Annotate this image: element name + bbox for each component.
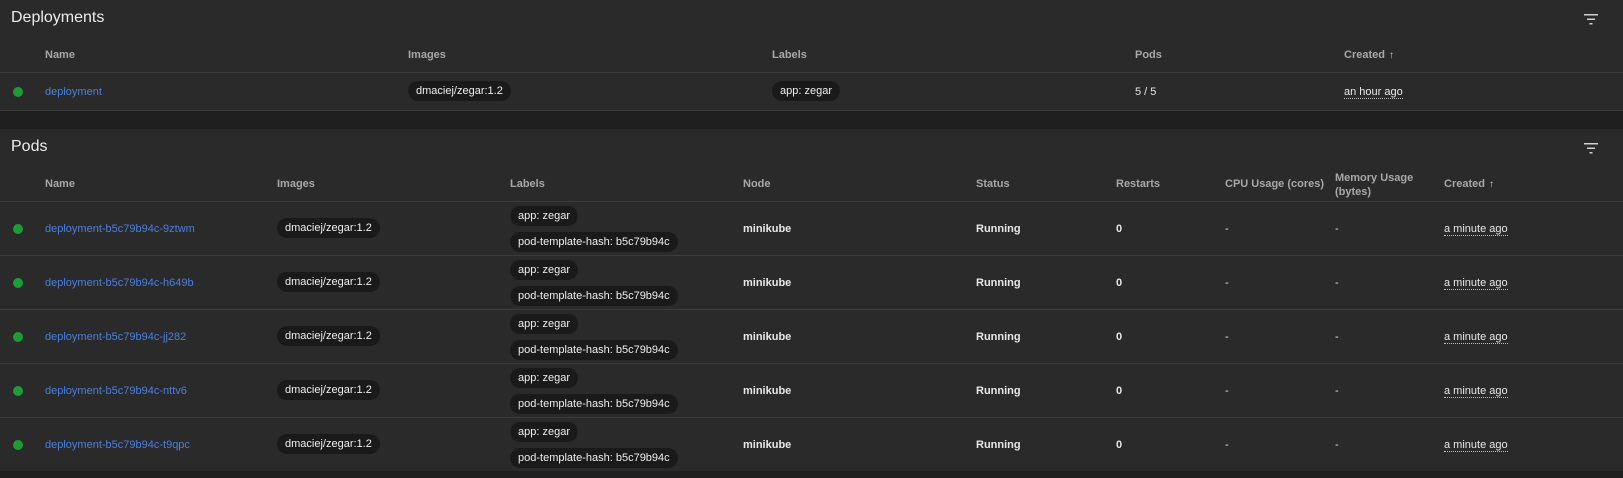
label-chip: pod-template-hash: b5c79b94c: [510, 448, 678, 468]
pod-status: Running: [976, 385, 1021, 397]
pod-cpu: -: [1225, 385, 1229, 397]
pod-restarts: 0: [1116, 223, 1123, 235]
column-header-labels: Labels: [772, 49, 807, 61]
sort-arrow-up-icon[interactable]: ↑: [1489, 179, 1494, 190]
image-chip: dmaciej/zegar:1.2: [408, 81, 511, 101]
status-dot-icon: [13, 278, 23, 288]
pod-name-link[interactable]: deployment-b5c79b94c-h649b: [45, 277, 194, 289]
pod-memory: -: [1335, 439, 1339, 451]
sort-arrow-up-icon[interactable]: ↑: [1389, 50, 1394, 61]
pod-cpu: -: [1225, 439, 1229, 451]
pods-count: 5 / 5: [1135, 86, 1157, 98]
pod-cpu: -: [1225, 223, 1229, 235]
table-row: deployment-b5c79b94c-jj282 dmaciej/zegar…: [0, 310, 1623, 364]
pods-title: Pods: [11, 138, 48, 155]
pod-node: minikube: [743, 331, 792, 343]
pod-node: minikube: [743, 439, 792, 451]
column-header-node[interactable]: Node: [743, 178, 771, 190]
created-time: a minute ago: [1444, 277, 1508, 290]
column-header-status[interactable]: Status: [976, 178, 1010, 190]
created-time: an hour ago: [1344, 86, 1403, 99]
pods-filter-icon[interactable]: [1581, 139, 1601, 157]
pod-restarts: 0: [1116, 331, 1123, 343]
pod-restarts: 0: [1116, 385, 1123, 397]
status-dot-icon: [13, 386, 23, 396]
image-chip: dmaciej/zegar:1.2: [277, 380, 380, 400]
pod-name-link[interactable]: deployment-b5c79b94c-t9qpc: [45, 439, 190, 451]
label-chip: app: zegar: [510, 314, 578, 334]
label-chip: app: zegar: [772, 81, 840, 101]
column-header-name[interactable]: Name: [45, 178, 75, 190]
status-dot-icon: [13, 224, 23, 234]
label-chip: app: zegar: [510, 260, 578, 280]
created-time: a minute ago: [1444, 331, 1508, 344]
pod-cpu: -: [1225, 277, 1229, 289]
pod-name-link[interactable]: deployment-b5c79b94c-nttv6: [45, 385, 187, 397]
image-chip: dmaciej/zegar:1.2: [277, 218, 380, 238]
table-row: deployment-b5c79b94c-h649b dmaciej/zegar…: [0, 256, 1623, 310]
label-chip: pod-template-hash: b5c79b94c: [510, 232, 678, 252]
table-row: deployment-b5c79b94c-9ztwm dmaciej/zegar…: [0, 202, 1623, 256]
deployments-filter-icon[interactable]: [1581, 10, 1601, 28]
label-chip: app: zegar: [510, 206, 578, 226]
column-header-cpu: CPU Usage (cores): [1225, 178, 1325, 190]
deployments-card: Deployments Name Images Labels Pods Crea…: [0, 0, 1623, 111]
pod-memory: -: [1335, 385, 1339, 397]
column-header-restarts: Restarts: [1116, 178, 1161, 190]
column-header-created[interactable]: Created ↑: [1344, 49, 1394, 61]
pod-name-link[interactable]: deployment-b5c79b94c-jj282: [45, 331, 186, 343]
pod-memory: -: [1335, 331, 1339, 343]
column-header-pods: Pods: [1135, 49, 1162, 61]
pod-restarts: 0: [1116, 277, 1123, 289]
image-chip: dmaciej/zegar:1.2: [277, 326, 380, 346]
created-time: a minute ago: [1444, 223, 1508, 236]
pod-node: minikube: [743, 385, 792, 397]
image-chip: dmaciej/zegar:1.2: [277, 434, 380, 454]
column-header-created[interactable]: Created ↑: [1444, 178, 1494, 190]
column-header-images: Images: [277, 178, 315, 190]
status-dot-icon: [13, 440, 23, 450]
section-gap: [0, 111, 1623, 129]
status-dot-icon: [13, 87, 23, 97]
created-time: a minute ago: [1444, 385, 1508, 398]
pod-node: minikube: [743, 277, 792, 289]
deployments-header: Deployments: [0, 0, 1623, 38]
pod-restarts: 0: [1116, 439, 1123, 451]
table-row: deployment-b5c79b94c-nttv6 dmaciej/zegar…: [0, 364, 1623, 418]
image-chip: dmaciej/zegar:1.2: [277, 272, 380, 292]
pod-memory: -: [1335, 277, 1339, 289]
pod-node: minikube: [743, 223, 792, 235]
created-header-label: Created: [1344, 49, 1385, 61]
column-header-memory: Memory Usage (bytes): [1335, 172, 1414, 198]
label-chip: pod-template-hash: b5c79b94c: [510, 394, 678, 414]
label-chip: app: zegar: [510, 422, 578, 442]
pod-status: Running: [976, 331, 1021, 343]
deployments-title: Deployments: [11, 9, 105, 26]
created-header-label: Created: [1444, 178, 1485, 190]
pods-header: Pods: [0, 129, 1623, 167]
created-time: a minute ago: [1444, 439, 1508, 452]
table-row: deployment dmaciej/zegar:1.2 app: zegar …: [0, 73, 1623, 111]
table-row: deployment-b5c79b94c-t9qpc dmaciej/zegar…: [0, 418, 1623, 471]
deployments-table-header: Name Images Labels Pods Created ↑: [0, 38, 1623, 73]
column-header-labels: Labels: [510, 178, 545, 190]
label-chip: pod-template-hash: b5c79b94c: [510, 286, 678, 306]
pod-status: Running: [976, 439, 1021, 451]
label-chip: pod-template-hash: b5c79b94c: [510, 340, 678, 360]
deployment-name-link[interactable]: deployment: [45, 86, 102, 98]
pod-name-link[interactable]: deployment-b5c79b94c-9ztwm: [45, 223, 195, 235]
pod-cpu: -: [1225, 331, 1229, 343]
pod-memory: -: [1335, 223, 1339, 235]
column-header-name[interactable]: Name: [45, 49, 75, 61]
status-dot-icon: [13, 332, 23, 342]
pods-card: Pods Name Images Labels Node Status Rest…: [0, 129, 1623, 471]
pod-status: Running: [976, 223, 1021, 235]
label-chip: app: zegar: [510, 368, 578, 388]
pod-status: Running: [976, 277, 1021, 289]
pods-table-header: Name Images Labels Node Status Restarts …: [0, 167, 1623, 202]
column-header-images: Images: [408, 49, 446, 61]
